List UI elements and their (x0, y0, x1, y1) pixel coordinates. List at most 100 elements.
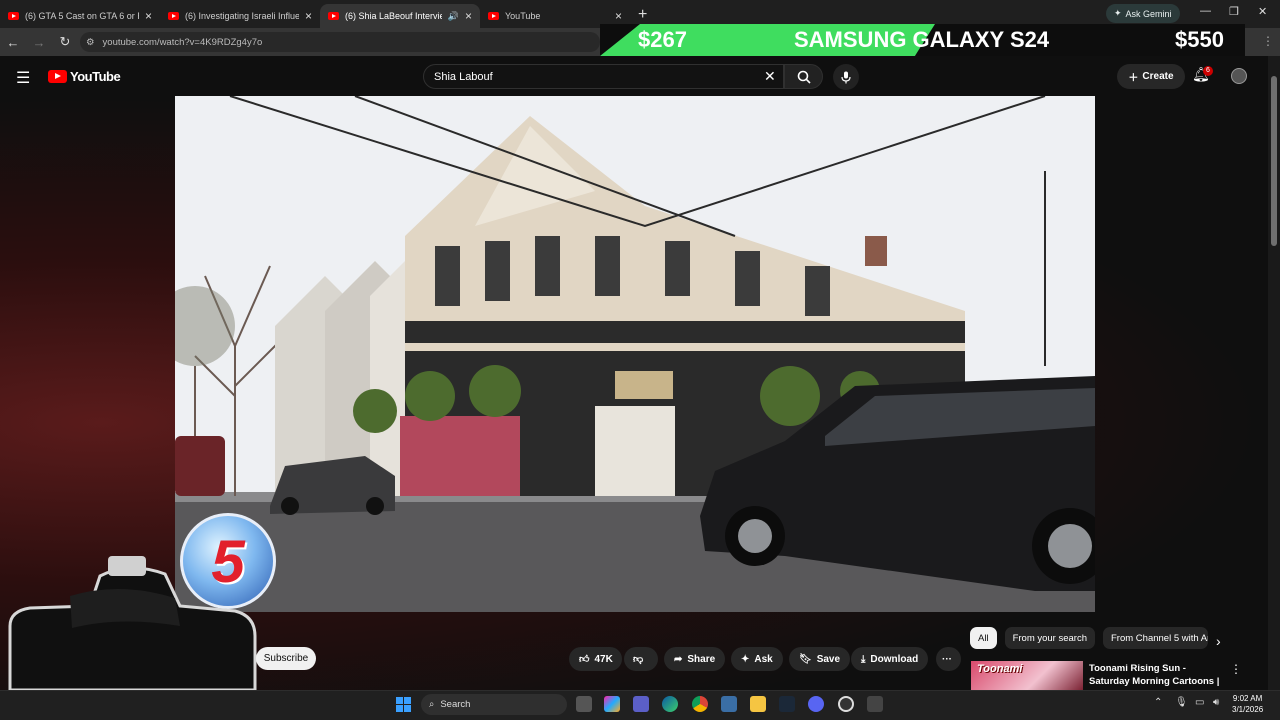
search-icon: ⌕ (429, 699, 435, 710)
system-clock[interactable]: 9:02 AM 3/1/2026 (1232, 693, 1263, 715)
youtube-favicon-icon (168, 12, 179, 20)
youtube-play-icon (48, 70, 67, 83)
tab-title: YouTube (505, 11, 541, 21)
dislike-button[interactable]: 👎︎ (624, 647, 658, 671)
thumbnail-text: Toonami (977, 663, 1023, 675)
youtube-favicon-icon (328, 12, 339, 20)
search-icon (797, 70, 811, 84)
close-icon[interactable]: × (465, 9, 472, 23)
forward-icon[interactable]: → (26, 35, 52, 50)
notification-badge: 6 (1203, 66, 1213, 76)
obs-icon[interactable] (838, 696, 854, 712)
share-icon: ➦ (674, 653, 683, 665)
banner-price-left: $267 (638, 27, 687, 52)
store-icon[interactable] (721, 696, 737, 712)
page-scrollbar[interactable] (1268, 56, 1280, 690)
clock-date: 3/1/2026 (1232, 705, 1264, 714)
close-icon[interactable]: × (305, 9, 312, 23)
search-input[interactable]: Shia Labouf ✕ (423, 64, 784, 89)
voice-search-button[interactable] (833, 64, 859, 90)
steam-icon[interactable] (779, 696, 795, 712)
microphone-icon (841, 71, 851, 83)
taskbar-search[interactable]: ⌕ Search (421, 694, 567, 715)
chip-all[interactable]: All (970, 627, 997, 649)
youtube-favicon-icon (8, 12, 19, 20)
back-icon[interactable]: ← (0, 35, 26, 50)
url-field[interactable]: ⚙ youtube.com/watch?v=4K9RDZg4y7o (80, 32, 600, 52)
tab-title: (6) Investigating Israeli Influence (185, 11, 299, 21)
share-button[interactable]: ➦ Share (664, 647, 726, 671)
chip-from-channel-5[interactable]: From Channel 5 with Ar (1103, 627, 1208, 649)
bookmark-icon: 🔖︎ (799, 653, 812, 665)
create-button[interactable]: ＋ Create (1117, 64, 1185, 89)
network-icon[interactable]: ▭ (1195, 697, 1204, 708)
youtube-wordmark: YouTube (70, 69, 121, 84)
video-frame-image (175, 96, 1095, 612)
share-label: Share (687, 653, 716, 665)
filter-chips: All From your search From Channel 5 with… (970, 627, 1208, 649)
speaker-icon[interactable]: 🔊 (448, 11, 459, 22)
browser-tab[interactable]: (6) GTA 5 Cast on GTA 6 or Red × (0, 4, 160, 28)
reload-icon[interactable]: ↻ (52, 34, 78, 50)
kebab-menu-icon[interactable]: ⋮ (1262, 34, 1274, 48)
chip-from-your-search[interactable]: From your search (1004, 627, 1095, 649)
hamburger-menu-icon[interactable]: ☰ (16, 68, 30, 88)
plus-icon: ＋ (1128, 73, 1139, 84)
windows-start-icon[interactable] (396, 697, 411, 712)
search-button[interactable] (784, 64, 823, 89)
chevron-up-icon[interactable]: ⌃ (1154, 697, 1162, 708)
copilot-icon[interactable] (604, 696, 620, 712)
recommended-video-thumbnail[interactable]: Toonami (971, 661, 1083, 690)
microphone-icon[interactable]: 🎙︎ (1175, 697, 1188, 708)
volume-icon[interactable]: 🔊︎ (1213, 697, 1219, 708)
create-label: Create (1142, 71, 1174, 82)
clear-search-icon[interactable]: ✕ (764, 68, 776, 85)
browser-tab[interactable]: (6) Investigating Israeli Influence × (160, 4, 320, 28)
search-query: Shia Labouf (434, 70, 493, 83)
chrome-icon[interactable] (692, 696, 708, 712)
banner-price-right: $550 (1175, 27, 1224, 52)
clock-time: 9:02 AM (1232, 694, 1263, 703)
kebab-menu-icon[interactable]: ⋮ (1230, 662, 1242, 676)
chair-overlay-image (8, 556, 257, 690)
ask-button[interactable]: ✦ Ask (731, 647, 783, 671)
site-info-icon[interactable]: ⚙ (86, 37, 95, 48)
like-count: 47K (594, 653, 613, 665)
close-icon[interactable]: × (145, 9, 152, 23)
minimize-icon[interactable]: — (1200, 5, 1211, 17)
app-icon[interactable] (867, 696, 883, 712)
teams-icon[interactable] (633, 696, 649, 712)
sparkle-icon: ✦ (1114, 8, 1122, 18)
tab-title: (6) GTA 5 Cast on GTA 6 or Red (25, 11, 139, 21)
video-player[interactable] (175, 96, 1095, 612)
ask-gemini-button[interactable]: ✦ Ask Gemini (1106, 4, 1180, 23)
ask-label: Ask (754, 653, 773, 665)
edge-icon[interactable] (662, 696, 678, 712)
save-button[interactable]: 🔖︎ Save (789, 647, 851, 671)
download-icon: ⤓ (861, 653, 866, 665)
more-actions-button[interactable]: ··· (936, 647, 961, 671)
tab-title: (6) Shia LaBeouf Interview (345, 11, 442, 21)
close-window-icon[interactable]: ✕ (1258, 5, 1267, 18)
sparkle-icon: ✦ (741, 653, 750, 665)
chevron-right-icon[interactable]: › (1216, 633, 1221, 649)
browser-tab-active[interactable]: (6) Shia LaBeouf Interview 🔊 × (320, 4, 480, 28)
taskbar-search-label: Search (440, 699, 471, 710)
scrollbar-thumb[interactable] (1271, 76, 1277, 246)
stream-price-banner: $267 SAMSUNG GALAXY S24 $550 (600, 24, 1245, 56)
download-label: Download (870, 653, 919, 665)
file-explorer-icon[interactable] (750, 696, 766, 712)
avatar[interactable] (1231, 68, 1247, 84)
thumbs-down-icon: 👎︎ (633, 654, 644, 665)
youtube-logo[interactable]: YouTube (48, 69, 121, 84)
close-icon[interactable]: × (615, 9, 622, 23)
url-text: youtube.com/watch?v=4K9RDZg4y7o (102, 36, 263, 48)
subscribe-button[interactable]: Subscribe (256, 647, 316, 670)
maximize-icon[interactable]: ❐ (1229, 5, 1239, 18)
ask-gemini-label: Ask Gemini (1125, 8, 1172, 19)
discord-icon[interactable] (808, 696, 824, 712)
like-button[interactable]: 👍︎ 47K (569, 647, 622, 671)
task-view-icon[interactable] (576, 696, 592, 712)
banner-product: SAMSUNG GALAXY S24 (794, 27, 1050, 52)
download-button[interactable]: ⤓ Download (851, 647, 929, 671)
